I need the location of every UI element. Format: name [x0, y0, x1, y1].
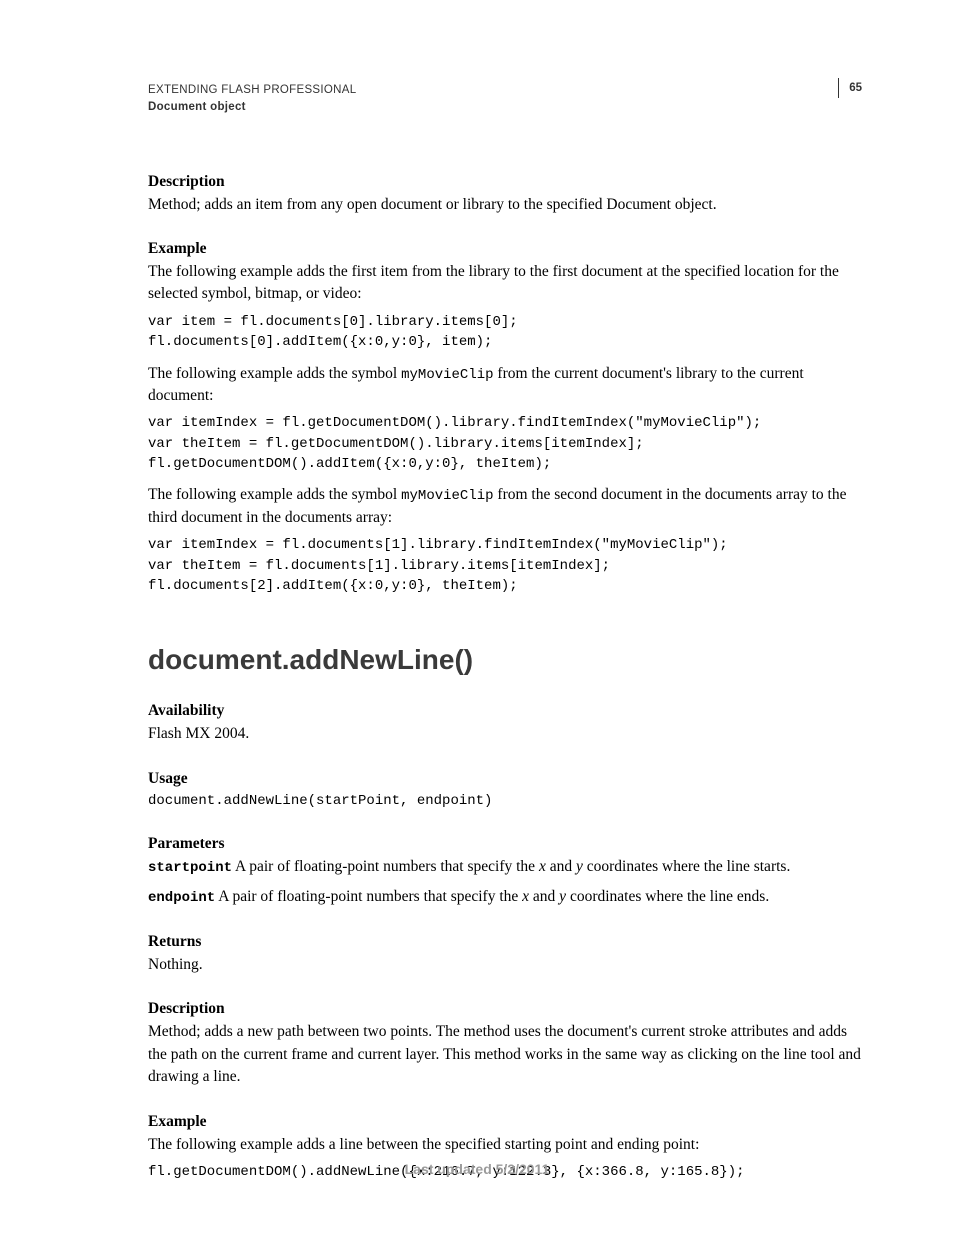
code-block-3: var itemIndex = fl.documents[1].library.… [148, 535, 862, 596]
description-heading-2: Description [148, 1000, 862, 1018]
availability-text: Flash MX 2004. [148, 723, 862, 745]
inline-code: myMovieClip [401, 488, 493, 504]
parameter-endpoint: endpoint A pair of floating-point number… [148, 886, 862, 908]
param-name: startpoint [148, 860, 232, 876]
description-text: Method; adds an item from any open docum… [148, 194, 862, 216]
var-y: y [576, 858, 583, 875]
text-fragment: A pair of floating-point numbers that sp… [232, 858, 539, 875]
var-x: x [539, 858, 546, 875]
code-block-2: var itemIndex = fl.getDocumentDOM().libr… [148, 413, 862, 474]
usage-code: document.addNewLine(startPoint, endpoint… [148, 791, 862, 811]
example-intro-1: The following example adds the first ite… [148, 261, 862, 306]
description-heading: Description [148, 173, 862, 191]
text-fragment: The following example adds the symbol [148, 486, 401, 503]
example-heading-2: Example [148, 1113, 862, 1131]
inline-code: myMovieClip [401, 367, 493, 383]
text-fragment: A pair of floating-point numbers that sp… [215, 888, 522, 905]
example-intro-2: The following example adds the symbol my… [148, 363, 862, 408]
example-intro-3: The following example adds the symbol my… [148, 484, 862, 529]
page-number: 65 [838, 78, 862, 98]
code-block-1: var item = fl.documents[0].library.items… [148, 312, 862, 353]
parameters-heading: Parameters [148, 835, 862, 853]
header-subtitle: Document object [148, 99, 838, 116]
returns-text: Nothing. [148, 954, 862, 976]
availability-heading: Availability [148, 702, 862, 720]
example-heading: Example [148, 240, 862, 258]
usage-heading: Usage [148, 770, 862, 788]
text-fragment: coordinates where the line ends. [566, 888, 769, 905]
text-fragment: and [529, 888, 559, 905]
footer-updated: Last updated 5/2/2011 [0, 1161, 954, 1177]
param-name: endpoint [148, 890, 215, 906]
text-fragment: The following example adds the symbol [148, 365, 401, 382]
page-header: EXTENDING FLASH PROFESSIONAL Document ob… [148, 82, 862, 117]
description-text-2: Method; adds a new path between two poin… [148, 1021, 862, 1088]
returns-heading: Returns [148, 933, 862, 951]
text-fragment: coordinates where the line starts. [583, 858, 790, 875]
var-x: x [522, 888, 529, 905]
api-heading: document.addNewLine() [148, 644, 862, 676]
header-title: EXTENDING FLASH PROFESSIONAL [148, 82, 838, 99]
parameter-startpoint: startpoint A pair of floating-point numb… [148, 856, 862, 878]
example-intro-4: The following example adds a line betwee… [148, 1134, 862, 1156]
text-fragment: and [546, 858, 576, 875]
